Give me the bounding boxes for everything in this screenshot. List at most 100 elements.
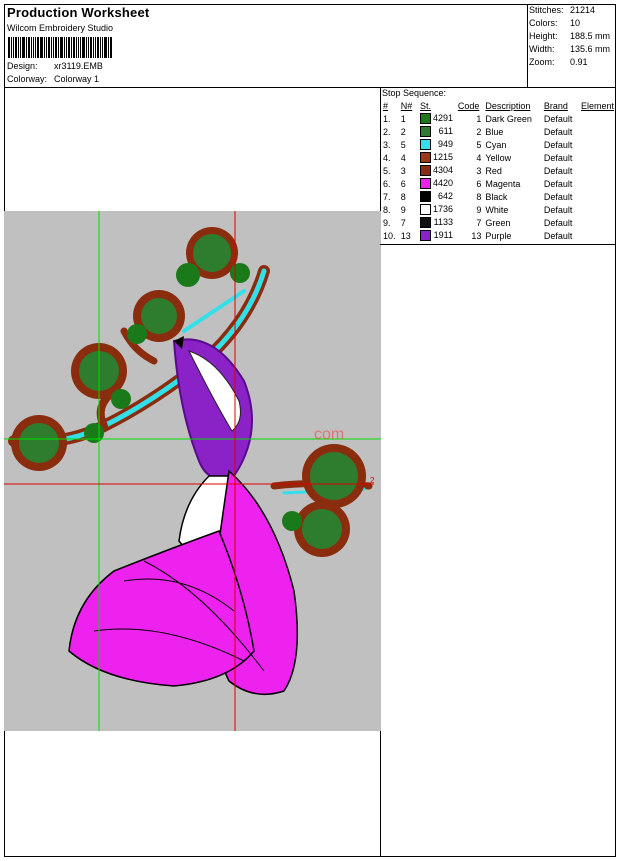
stitch-count: 611 [418, 125, 456, 138]
barcode-bar [104, 37, 107, 58]
barcode-bar [48, 37, 50, 58]
color-description: Green [485, 217, 511, 228]
barcode-bar [22, 37, 25, 58]
barcode-bar [18, 37, 19, 58]
height-label: Height: [529, 31, 558, 41]
stitch-count-text: 4291 [432, 112, 453, 123]
barcode-bar [108, 37, 109, 58]
design-canvas[interactable]: 2 com [4, 211, 381, 731]
thread-brand: Default [543, 217, 573, 228]
col-brand: Brand [543, 101, 568, 111]
row-number: 9. [383, 217, 391, 228]
barcode-bar [78, 37, 79, 58]
row-number: 7. [383, 191, 391, 202]
color-description: Magenta [485, 178, 521, 189]
thread-brand: Default [543, 178, 573, 189]
element-cell [579, 190, 616, 203]
barcode-bar [110, 37, 112, 58]
stitch-count: 949 [418, 138, 456, 151]
stitch-count-text: 1911 [433, 229, 453, 240]
barcode-bar [35, 37, 36, 58]
stitches-row: Stitches: 21214 [529, 5, 595, 15]
needle-number: 3 [400, 165, 406, 176]
thread-brand: Default [543, 113, 573, 124]
color-description: Red [485, 165, 502, 176]
barcode-bar [53, 37, 54, 58]
color-swatch [420, 230, 431, 242]
color-code: 2 [476, 126, 482, 137]
embroidery-preview: 2 com [4, 211, 381, 731]
barcode-bar [15, 37, 17, 58]
barcode-bar [90, 37, 92, 58]
element-cell [579, 112, 616, 125]
stitch-count: 1133 [418, 216, 456, 229]
row-number: 3. [383, 139, 391, 150]
col-num: # [383, 101, 389, 111]
barcode-bar [86, 37, 87, 58]
zoom-row: Zoom: 0.91 [529, 57, 588, 67]
element-cell [579, 164, 616, 177]
barcode-bar [88, 37, 89, 58]
element-cell [579, 151, 616, 164]
barcode-bar [20, 37, 21, 58]
design-row: Design: xr3119.EMB [7, 61, 103, 71]
row-number: 1. [383, 113, 391, 124]
barcode-bar [51, 37, 52, 58]
stats-panel: Stitches: 21214 Colors: 10 Height: 188.5 mm… [527, 4, 616, 88]
color-description: Yellow [485, 152, 512, 163]
stitch-count: 642 [418, 190, 456, 203]
stop-sequence-panel: Stop Sequence: # N# St. Code Description… [380, 87, 616, 245]
barcode-bar [100, 37, 101, 58]
element-cell [579, 229, 616, 242]
stitch-count-text: 4304 [432, 164, 453, 175]
thread-brand: Default [543, 139, 573, 150]
barcode-bar [80, 37, 81, 58]
stitch-count-text: 1133 [433, 216, 453, 227]
needle-number: 8 [400, 191, 406, 202]
barcode-bar [71, 37, 72, 58]
barcode-bar [8, 37, 10, 58]
colors-row: Colors: 10 [529, 18, 580, 28]
barcode-bar [28, 37, 30, 58]
color-code: 3 [476, 165, 482, 176]
stitch-count-text: 611 [438, 125, 453, 136]
barcode-bar [95, 37, 96, 58]
color-swatch [420, 217, 431, 229]
barcode [8, 37, 132, 58]
header-panel: Production Worksheet Wilcom Embroidery S… [4, 4, 528, 88]
stitch-count-text: 642 [437, 190, 453, 201]
col-element: Element [580, 101, 614, 111]
table-row: 7. 8 642 8 Black Default [381, 190, 616, 203]
width-label: Width: [529, 44, 555, 54]
stitch-count-text: 4420 [432, 177, 453, 188]
colorway-label: Colorway: [7, 74, 48, 84]
stitch-count-text: 1736 [432, 203, 453, 214]
row-number: 4. [383, 152, 391, 163]
colorway-row: Colorway: Colorway 1 [7, 74, 99, 84]
color-swatch [420, 113, 431, 125]
barcode-bar [60, 37, 63, 58]
stitches-value: 21214 [570, 5, 596, 15]
axis-label: 2 [370, 476, 375, 485]
row-number: 8. [383, 204, 391, 215]
barcode-bar [93, 37, 94, 58]
watermark: com [314, 426, 344, 443]
barcode-bar [64, 37, 65, 58]
table-row: 3. 5 949 5 Cyan Default [381, 138, 616, 151]
color-description: Cyan [485, 139, 507, 150]
app-name: Wilcom Embroidery Studio [7, 23, 114, 33]
design-label: Design: [7, 61, 38, 71]
color-code: 4 [476, 152, 482, 163]
barcode-bar [40, 37, 43, 58]
stitch-count: 1911 [418, 229, 456, 242]
color-description: White [485, 204, 509, 215]
barcode-bar [37, 37, 39, 58]
page-title: Production Worksheet [7, 5, 150, 20]
barcode-bar [82, 37, 85, 58]
element-cell [579, 138, 616, 151]
design-value: xr3119.EMB [54, 61, 103, 71]
stitches-label: Stitches: [529, 5, 564, 15]
barcode-bar [73, 37, 75, 58]
col-description: Description [485, 101, 531, 111]
color-swatch [420, 152, 431, 164]
